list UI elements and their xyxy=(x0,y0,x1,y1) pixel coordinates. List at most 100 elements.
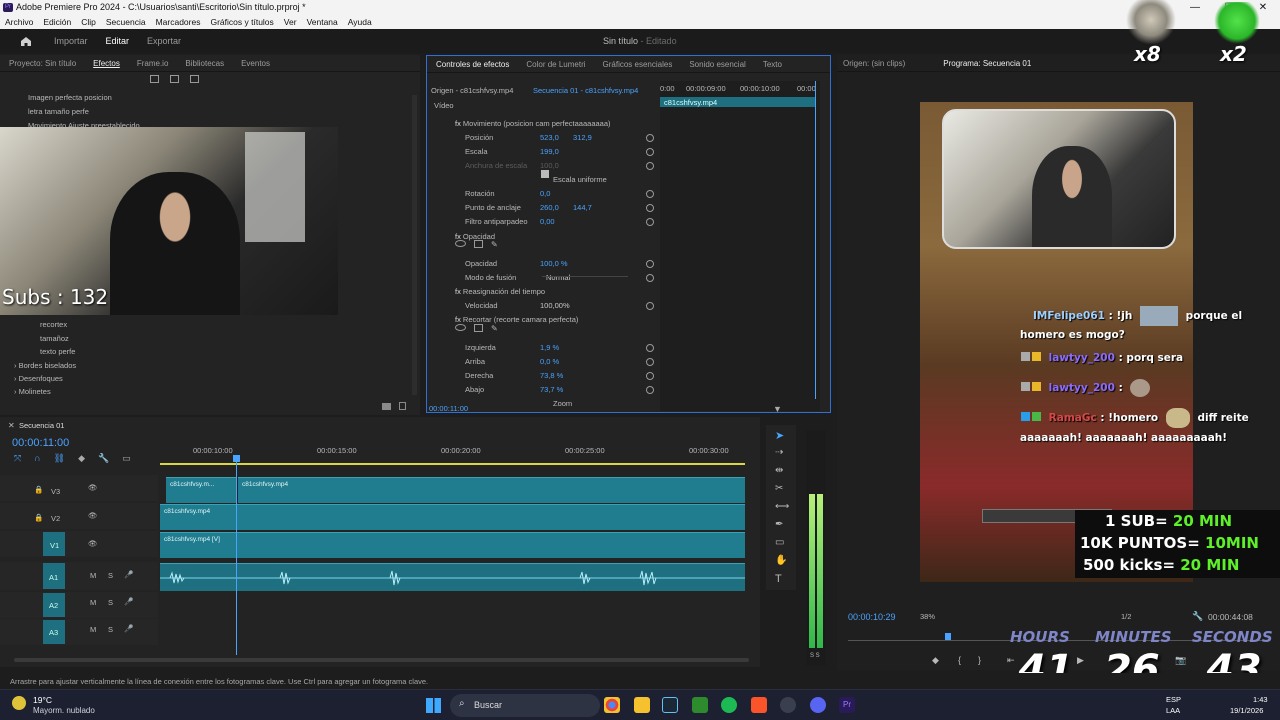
windows-start-icon[interactable] xyxy=(426,698,441,713)
menu-archivo[interactable]: Archivo xyxy=(0,15,38,29)
tab-color-lumetri[interactable]: Color de Lumetri xyxy=(526,60,585,69)
property-value[interactable]: 0,0 xyxy=(540,189,550,198)
effect-property[interactable]: Derecha xyxy=(465,371,493,380)
tab-eventos[interactable]: Eventos xyxy=(241,59,270,68)
tab-exportar[interactable]: Exportar xyxy=(147,36,181,46)
tray-lang[interactable]: ESP xyxy=(1166,695,1181,704)
property-value[interactable]: 199,0 xyxy=(540,147,559,156)
solo-button[interactable]: S xyxy=(108,571,113,580)
wrench-icon[interactable]: 🔧 xyxy=(98,453,109,464)
effect-property[interactable]: Opacidad xyxy=(465,259,497,268)
play-button[interactable]: ▶ xyxy=(1077,655,1084,666)
property-value[interactable]: 100,0 xyxy=(540,161,559,170)
fx-icon[interactable]: fx xyxy=(455,119,463,128)
fx-icon[interactable]: fx xyxy=(455,287,463,296)
property-value[interactable]: 0,0 % xyxy=(540,357,559,366)
linked-selection-icon[interactable]: ⛓ xyxy=(54,453,65,464)
lock-icon[interactable]: 🔒 xyxy=(34,485,43,494)
snap-icon[interactable]: ∩ xyxy=(34,453,40,464)
app-icon[interactable] xyxy=(780,697,796,713)
add-marker-button[interactable]: ◆ xyxy=(932,655,939,666)
discord-icon[interactable] xyxy=(810,697,826,713)
ellipse-mask-icon[interactable] xyxy=(455,324,466,331)
premiere-taskbar-icon[interactable]: Pr xyxy=(839,697,855,713)
reset-icon[interactable] xyxy=(646,204,654,212)
slip-tool-icon[interactable]: ⟷ xyxy=(775,501,789,512)
eye-icon[interactable]: 👁 xyxy=(88,539,98,548)
tray-date[interactable]: 19/1/2026 xyxy=(1230,706,1263,715)
preset-item[interactable]: recortex xyxy=(40,320,67,329)
folder-icon[interactable] xyxy=(382,403,391,410)
timeline-timecode[interactable]: 00:00:11:00 xyxy=(12,437,69,449)
hand-tool-icon[interactable]: ✋ xyxy=(775,555,787,566)
effect-property[interactable]: Zoom xyxy=(553,399,572,408)
timeline-clip[interactable]: c81cshfvsy.mp4 [V] xyxy=(160,532,745,558)
eye-icon[interactable]: 👁 xyxy=(88,483,98,492)
eye-icon[interactable]: 👁 xyxy=(88,511,98,520)
effect-property[interactable]: Rotación xyxy=(465,189,495,198)
mark-in-button[interactable]: { xyxy=(958,655,961,665)
reset-icon[interactable] xyxy=(646,162,654,170)
folder-desenfoques[interactable]: › Desenfoques xyxy=(14,374,63,383)
blend-mode-dropdown[interactable] xyxy=(542,266,628,277)
accelerated-effects-icon[interactable] xyxy=(150,75,159,83)
effect-property[interactable]: Escala uniforme xyxy=(553,175,607,184)
property-value[interactable]: 144,7 xyxy=(573,203,592,212)
uniform-scale-checkbox[interactable] xyxy=(541,170,549,178)
menu-marcadores[interactable]: Marcadores xyxy=(151,15,206,29)
pen-mask-icon[interactable]: ✎ xyxy=(491,324,498,333)
panel-scrollbar[interactable] xyxy=(412,95,417,395)
file-explorer-icon[interactable] xyxy=(634,697,650,713)
effect-section[interactable]: fx Reasignación del tiempo xyxy=(455,287,545,296)
close-icon[interactable]: ✕ xyxy=(8,421,15,430)
effect-property[interactable]: Izquierda xyxy=(465,343,496,352)
tab-controles-efectos[interactable]: Controles de efectos xyxy=(436,60,509,69)
ripple-edit-tool-icon[interactable]: ⇹ xyxy=(775,465,783,476)
reset-icon[interactable] xyxy=(646,134,654,142)
solo-button[interactable]: S xyxy=(108,598,113,607)
chrome-icon[interactable] xyxy=(604,697,620,713)
weather-desc[interactable]: Mayorm. nublado xyxy=(33,706,95,715)
timeline-playhead-handle[interactable] xyxy=(233,455,240,462)
rectangle-tool-icon[interactable]: ▭ xyxy=(775,537,784,548)
property-value[interactable]: 73,7 % xyxy=(540,385,563,394)
go-to-in-button[interactable]: ⇤ xyxy=(1007,655,1015,666)
timeline-clip[interactable]: c81cshfvsy.m... xyxy=(166,477,236,503)
ec-playhead[interactable] xyxy=(815,81,816,399)
solo-button[interactable]: S xyxy=(108,625,113,634)
export-frame-button[interactable]: 📷 xyxy=(1175,655,1186,666)
reset-icon[interactable] xyxy=(646,372,654,380)
selection-tool-icon[interactable]: ➤ xyxy=(775,429,784,442)
reset-icon[interactable] xyxy=(646,190,654,198)
timeline-tab[interactable]: Secuencia 01 xyxy=(19,421,64,430)
effect-property[interactable]: Modo de fusión xyxy=(465,273,516,282)
effect-property[interactable]: Posición xyxy=(465,133,493,142)
weather-icon[interactable] xyxy=(12,696,26,710)
track-select-tool-icon[interactable]: ⇢ xyxy=(775,447,783,458)
preset-item[interactable]: tamañoz xyxy=(40,334,69,343)
preset-item[interactable]: Imagen perfecta posicion xyxy=(28,93,112,102)
effect-property[interactable]: Velocidad xyxy=(465,301,498,310)
effect-property[interactable]: Punto de anclaje xyxy=(465,203,521,212)
lock-icon[interactable]: 🔒 xyxy=(34,513,43,522)
effect-section[interactable]: fx Recortar (recorte camara perfecta) xyxy=(455,315,578,324)
reset-icon[interactable] xyxy=(646,148,654,156)
program-timecode[interactable]: 00:00:10:29 xyxy=(848,612,896,622)
mute-button[interactable]: M xyxy=(90,625,96,634)
tray-lang-layout[interactable]: LAA xyxy=(1166,706,1180,715)
32bit-effects-icon[interactable] xyxy=(170,75,179,83)
effect-property[interactable]: Anchura de escala xyxy=(465,161,527,170)
timeline-clip[interactable]: c81cshfvsy.mp4 xyxy=(160,504,745,530)
effect-property[interactable]: Filtro antiparpadeo xyxy=(465,217,528,226)
property-value[interactable]: 0,00 xyxy=(540,217,555,226)
yuv-effects-icon[interactable] xyxy=(190,75,199,83)
reset-icon[interactable] xyxy=(646,358,654,366)
tab-efectos[interactable]: Efectos xyxy=(93,59,120,68)
menu-ver[interactable]: Ver xyxy=(279,15,302,29)
meter-solo-labels[interactable]: S S xyxy=(810,653,820,659)
mark-out-button[interactable]: } xyxy=(978,655,981,665)
steam-icon[interactable] xyxy=(662,697,678,713)
mic-icon[interactable]: 🎤 xyxy=(124,570,133,579)
weather-temp[interactable]: 19°C xyxy=(33,695,52,705)
marker-icon[interactable]: ◆ xyxy=(78,453,85,464)
